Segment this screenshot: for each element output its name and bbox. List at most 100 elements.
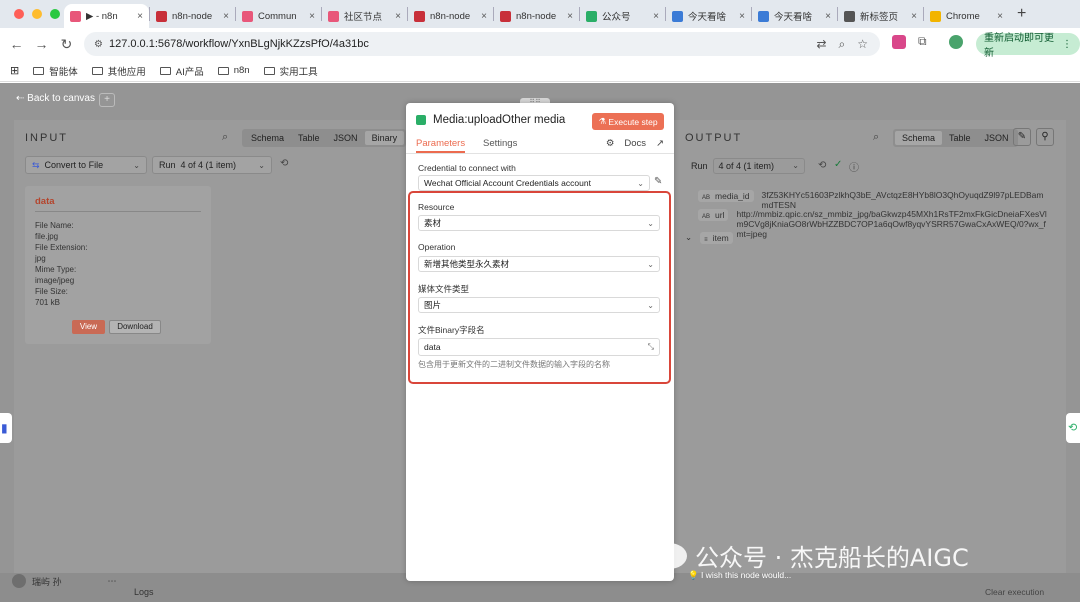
close-tab-icon[interactable]: ×: [739, 11, 745, 22]
tab-settings[interactable]: Settings: [483, 138, 517, 149]
browser-tab[interactable]: n8n-node ×: [150, 4, 235, 28]
operation-select[interactable]: 新增其他类型永久素材 ⌄: [418, 256, 660, 272]
tab-label: Chrome: [946, 10, 980, 22]
link-runs-icon[interactable]: ⟲: [280, 158, 288, 169]
browser-tab[interactable]: 今天看啥 ×: [752, 4, 837, 28]
close-tab-icon[interactable]: ×: [911, 11, 917, 22]
expand-input-icon[interactable]: ⤡: [648, 342, 654, 352]
bookmark-folder[interactable]: n8n: [217, 64, 250, 78]
edit-output-icon[interactable]: ✎: [1013, 128, 1031, 146]
input-view-switcher: Schema Table JSON Binary: [242, 129, 407, 147]
edit-credential-icon[interactable]: ✎: [654, 176, 662, 187]
binary-field-hint: 包含用于更新文件的二进制文件数据的输入字段的名称: [418, 360, 610, 369]
extension-icon[interactable]: [892, 34, 906, 49]
bookmark-folder[interactable]: AI产品: [159, 64, 204, 78]
logs-tab[interactable]: Logs: [134, 587, 154, 597]
node-help-icon[interactable]: ⚙: [606, 138, 615, 149]
address-bar[interactable]: ⚙ 127.0.0.1:5678/workflow/YxnBLgNjkKZzsP…: [84, 32, 880, 56]
relaunch-update-button[interactable]: 重新启动即可更新 ⋮: [976, 33, 1080, 59]
maximize-window-button[interactable]: [50, 9, 60, 19]
bookmark-folder[interactable]: 其他应用: [91, 64, 146, 78]
input-source-select[interactable]: ⇆ Convert to File ⌄: [25, 156, 147, 174]
media-type-select[interactable]: 图片 ⌄: [418, 297, 660, 313]
close-tab-icon[interactable]: ×: [223, 11, 229, 22]
view-tab-table[interactable]: Table: [942, 131, 978, 145]
close-tab-icon[interactable]: ×: [825, 11, 831, 22]
back-to-canvas-link[interactable]: ⇠ Back to canvas: [16, 93, 95, 104]
link-runs-icon[interactable]: ⟲: [818, 160, 826, 171]
back-arrow-icon[interactable]: ←: [4, 36, 29, 52]
credential-select[interactable]: Wechat Official Account Credentials acco…: [418, 175, 650, 191]
browser-tab[interactable]: n8n-node ×: [408, 4, 493, 28]
expand-chevron-icon[interactable]: ⌄: [685, 232, 692, 243]
tab-label: 社区节点: [344, 12, 383, 23]
view-tab-binary[interactable]: Binary: [364, 131, 405, 145]
zoom-icon[interactable]: ⌕: [839, 37, 846, 52]
more-icon[interactable]: ⋯: [108, 576, 117, 587]
resource-select[interactable]: 素材 ⌄: [418, 215, 660, 231]
bookmark-star-icon[interactable]: ☆: [857, 37, 868, 52]
close-tab-icon[interactable]: ×: [567, 11, 573, 22]
execute-step-button[interactable]: ⚗ Execute step: [592, 113, 664, 130]
site-info-icon[interactable]: ⚙: [94, 39, 103, 50]
docs-link[interactable]: ⚙ Docs ↗: [606, 138, 664, 149]
view-tab-schema[interactable]: Schema: [244, 131, 291, 145]
close-window-button[interactable]: [14, 9, 24, 19]
field-key-tag[interactable]: ≡ item: [700, 232, 733, 244]
browser-tab[interactable]: 公众号 ×: [580, 4, 665, 28]
search-icon[interactable]: ⌕: [873, 131, 879, 144]
view-tab-schema[interactable]: Schema: [895, 131, 943, 145]
output-title: OUTPUT: [685, 132, 743, 144]
translate-icon[interactable]: ⇄: [816, 37, 826, 52]
close-tab-icon[interactable]: ×: [395, 11, 401, 22]
field-type-icon: ≡: [704, 237, 708, 243]
reload-icon[interactable]: ↻: [54, 36, 79, 53]
apps-grid-icon[interactable]: ⊞: [10, 64, 19, 77]
field-key: url: [715, 210, 725, 220]
next-node-handle[interactable]: ⟲: [1066, 413, 1080, 443]
close-tab-icon[interactable]: ×: [653, 11, 659, 22]
pin-data-icon[interactable]: ⚲: [1036, 128, 1054, 146]
bookmark-folder[interactable]: 实用工具: [263, 64, 318, 78]
view-tab-json[interactable]: JSON: [978, 131, 1016, 145]
binary-meta-value: file.jpg: [35, 232, 59, 241]
close-tab-icon[interactable]: ×: [997, 11, 1003, 22]
browser-tab[interactable]: Chrome ×: [924, 4, 1009, 28]
n8n-icon: [70, 10, 81, 22]
profile-avatar-icon[interactable]: [948, 34, 963, 49]
browser-tab[interactable]: ▶ - n8n ×: [64, 4, 149, 28]
download-button[interactable]: Download: [109, 320, 161, 334]
minimize-window-button[interactable]: [32, 9, 42, 19]
output-run-select[interactable]: Run 4 of 4 (1 item) ⌄: [685, 157, 811, 175]
field-key-tag[interactable]: AB url: [698, 209, 729, 221]
binary-field-input[interactable]: data ⤡: [418, 338, 660, 356]
view-tab-json[interactable]: JSON: [327, 131, 365, 145]
clear-execution-button[interactable]: Clear execution: [985, 587, 1044, 597]
output-panel: OUTPUT ⌕ Schema Table JSON ✎ ⚲ Run 4 of 4 …: [674, 120, 1066, 583]
browser-tab[interactable]: 新标签页 ×: [838, 4, 923, 28]
field-key-tag[interactable]: AB media_id: [698, 190, 754, 202]
extensions-puzzle-icon[interactable]: ⧉: [918, 34, 927, 49]
close-tab-icon[interactable]: ×: [137, 11, 143, 22]
info-icon[interactable]: ⓘ: [849, 159, 859, 174]
search-icon[interactable]: ⌕: [222, 131, 228, 144]
forward-arrow-icon[interactable]: →: [29, 36, 54, 52]
view-tab-table[interactable]: Table: [291, 131, 327, 145]
add-node-button[interactable]: +: [99, 93, 115, 107]
browser-tab[interactable]: Commun ×: [236, 4, 321, 28]
bookmark-folder[interactable]: 智能体: [33, 64, 78, 78]
input-run-select[interactable]: Run 4 of 4 (1 item) ⌄: [152, 156, 272, 174]
chrome-icon: [930, 10, 941, 22]
browser-tab[interactable]: n8n-node ×: [494, 4, 579, 28]
user-menu[interactable]: 瑞屿 孙 ⋯: [12, 574, 117, 588]
browser-tab[interactable]: 今天看啥 ×: [666, 4, 751, 28]
new-tab-button[interactable]: +: [1017, 5, 1026, 23]
tab-parameters[interactable]: Parameters: [416, 138, 466, 153]
browser-tab[interactable]: 社区节点 ×: [322, 4, 407, 28]
view-button[interactable]: View: [72, 320, 105, 334]
node-title[interactable]: Media:uploadOther media: [433, 114, 565, 126]
close-tab-icon[interactable]: ×: [309, 11, 315, 22]
schema-field: ⌄ ≡ item: [685, 232, 1045, 244]
prev-node-handle[interactable]: ▮: [0, 413, 12, 443]
close-tab-icon[interactable]: ×: [481, 11, 487, 22]
